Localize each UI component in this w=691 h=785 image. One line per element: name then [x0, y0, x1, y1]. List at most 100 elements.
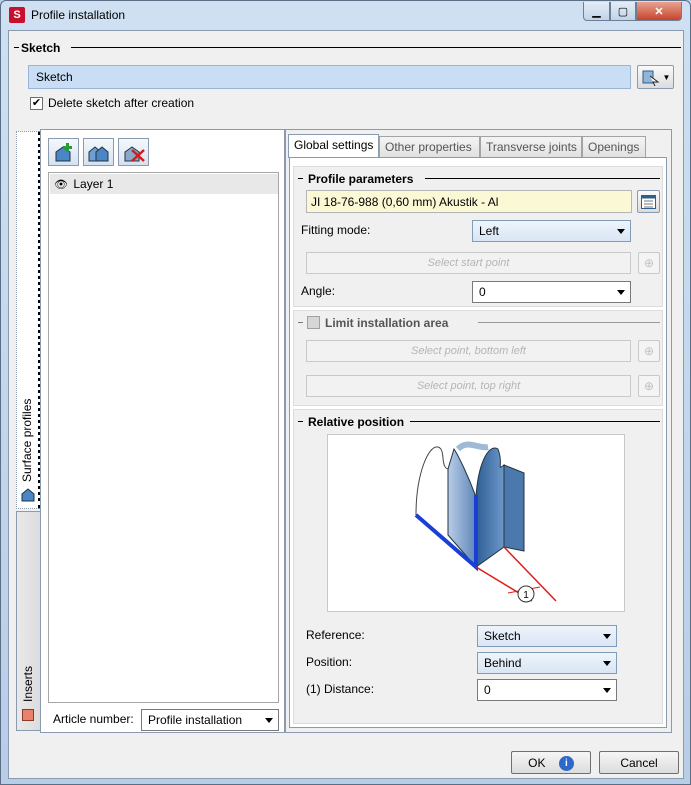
app-icon: S [9, 7, 25, 23]
select-bottom-left-button[interactable]: Select point, bottom left [306, 340, 631, 362]
select-top-right-button[interactable]: Select point, top right [306, 375, 631, 397]
profile-parameters-title: Profile parameters [308, 172, 418, 186]
bottom-left-pick-button[interactable]: ⊕ [638, 340, 660, 362]
add-layer-button[interactable] [48, 138, 79, 166]
copy-layer-button[interactable] [83, 138, 114, 166]
distance-marker: 1 [523, 590, 529, 601]
ok-label: OK [528, 756, 546, 770]
delete-layer-icon [124, 146, 145, 162]
position-label: Position: [306, 655, 353, 669]
ok-button[interactable]: OK i [511, 751, 591, 774]
layers-panel: 👁 Layer 1 Article number: Profile instal… [40, 129, 285, 733]
profile-parameters-section: Profile parameters JI 18-76-988 (0,60 mm… [293, 166, 663, 307]
chevron-down-icon: ▼ [662, 72, 671, 82]
tab-inserts[interactable]: Inserts [16, 511, 41, 731]
sketch-select-button[interactable]: ▼ [637, 65, 674, 89]
cancel-button[interactable]: Cancel [599, 751, 679, 774]
inserts-icon [22, 709, 34, 721]
minimize-button[interactable]: ▁ [583, 2, 610, 21]
sketch-group-line [71, 47, 681, 48]
angle-select[interactable]: 0 [472, 281, 631, 303]
title-bar[interactable]: S Profile installation ▁ ▢ ✕ [1, 1, 690, 29]
maximize-button[interactable]: ▢ [610, 2, 636, 21]
layer-list[interactable]: 👁 Layer 1 [48, 172, 279, 703]
info-icon[interactable]: i [558, 756, 574, 772]
delete-sketch-checkbox[interactable]: ✔ [30, 97, 43, 110]
relative-position-title: Relative position [308, 415, 409, 429]
minimize-icon: ▁ [592, 5, 601, 18]
settings-panel: Global settings Other properties Transve… [285, 129, 672, 733]
tab-global-settings[interactable]: Global settings [288, 134, 379, 158]
distance-select[interactable]: 0 [477, 679, 617, 701]
limit-area-section: Limit installation area Select point, bo… [293, 310, 663, 406]
article-number-label: Article number: [53, 712, 134, 726]
pick-point-icon: ⊕ [643, 256, 655, 270]
chevron-down-icon [265, 718, 273, 723]
select-start-point-button[interactable]: Select start point [306, 252, 631, 274]
relative-position-section: Relative position 1 Reference: Sketch Po… [293, 409, 663, 724]
reference-value: Sketch [484, 629, 521, 643]
distance-value: 0 [484, 683, 491, 697]
reference-select[interactable]: Sketch [477, 625, 617, 647]
dialog-window: S Profile installation ▁ ▢ ✕ Sketch Sket… [0, 0, 691, 785]
profile-position-illustration: 1 [414, 441, 557, 603]
pick-point-icon: ⊕ [643, 344, 655, 358]
angle-label: Angle: [301, 284, 336, 298]
distance-label: (1) Distance: [306, 682, 375, 696]
limit-area-title: Limit installation area [325, 316, 453, 330]
relative-position-line-left [298, 421, 303, 422]
tab-openings[interactable]: Openings [582, 136, 646, 157]
side-tabs: Surface profiles Inserts [16, 129, 41, 732]
position-select[interactable]: Behind [477, 652, 617, 674]
layer-label: Layer 1 [73, 177, 114, 191]
profile-field[interactable]: JI 18-76-988 (0,60 mm) Akustik - Al [306, 190, 632, 213]
copy-layer-icon [88, 146, 108, 162]
global-settings-body: Profile parameters JI 18-76-988 (0,60 mm… [289, 157, 667, 728]
sketch-group-title: Sketch [21, 41, 65, 55]
sketch-group-line-left [14, 47, 19, 48]
window-title: Profile installation [31, 8, 126, 22]
sketch-field[interactable]: Sketch [28, 65, 631, 89]
catalog-icon [641, 194, 656, 209]
fitting-mode-select[interactable]: Left [472, 220, 631, 242]
layer-row[interactable]: 👁 Layer 1 [50, 174, 278, 194]
angle-value: 0 [479, 285, 486, 299]
surface-profile-icon [21, 488, 35, 502]
chevron-down-icon [603, 661, 611, 666]
relative-position-image: 1 [327, 434, 625, 612]
maximize-icon: ▢ [617, 5, 629, 18]
sketch-pick-icon [642, 70, 660, 86]
limit-area-line [478, 322, 660, 323]
tab-transverse-joints[interactable]: Transverse joints [480, 136, 582, 157]
position-value: Behind [484, 656, 522, 670]
tab-inserts-label: Inserts [21, 665, 35, 702]
tab-other-properties[interactable]: Other properties [379, 136, 480, 157]
close-button[interactable]: ✕ [636, 2, 682, 21]
fitting-mode-label: Fitting mode: [301, 223, 371, 237]
chevron-down-icon [617, 290, 625, 295]
top-right-pick-button[interactable]: ⊕ [638, 375, 660, 397]
article-number-value: Profile installation [148, 713, 243, 727]
profile-params-line [425, 178, 660, 179]
eye-icon[interactable]: 👁 [54, 178, 70, 191]
chevron-down-icon [617, 229, 625, 234]
start-point-pick-button[interactable]: ⊕ [638, 252, 660, 274]
chevron-down-icon [603, 688, 611, 693]
delete-layer-button[interactable] [118, 138, 149, 166]
pick-point-icon: ⊕ [643, 379, 655, 393]
add-layer-icon [55, 143, 72, 162]
delete-sketch-label: Delete sketch after creation [48, 96, 195, 110]
tab-surface-profiles-label: Surface profiles [20, 398, 34, 482]
reference-label: Reference: [306, 628, 365, 642]
tab-surface-profiles[interactable]: Surface profiles [16, 131, 41, 509]
dialog-client: Sketch Sketch ▼ ✔ Delete sketch after cr… [8, 30, 684, 779]
limit-area-checkbox[interactable] [307, 316, 320, 329]
close-icon: ✕ [654, 5, 664, 18]
fitting-mode-value: Left [479, 224, 500, 238]
limit-area-line-left [298, 322, 303, 323]
relative-position-line [410, 421, 660, 422]
article-number-select[interactable]: Profile installation [141, 709, 279, 731]
profile-params-line-left [298, 178, 303, 179]
profile-catalog-button[interactable] [637, 190, 660, 213]
chevron-down-icon [603, 634, 611, 639]
